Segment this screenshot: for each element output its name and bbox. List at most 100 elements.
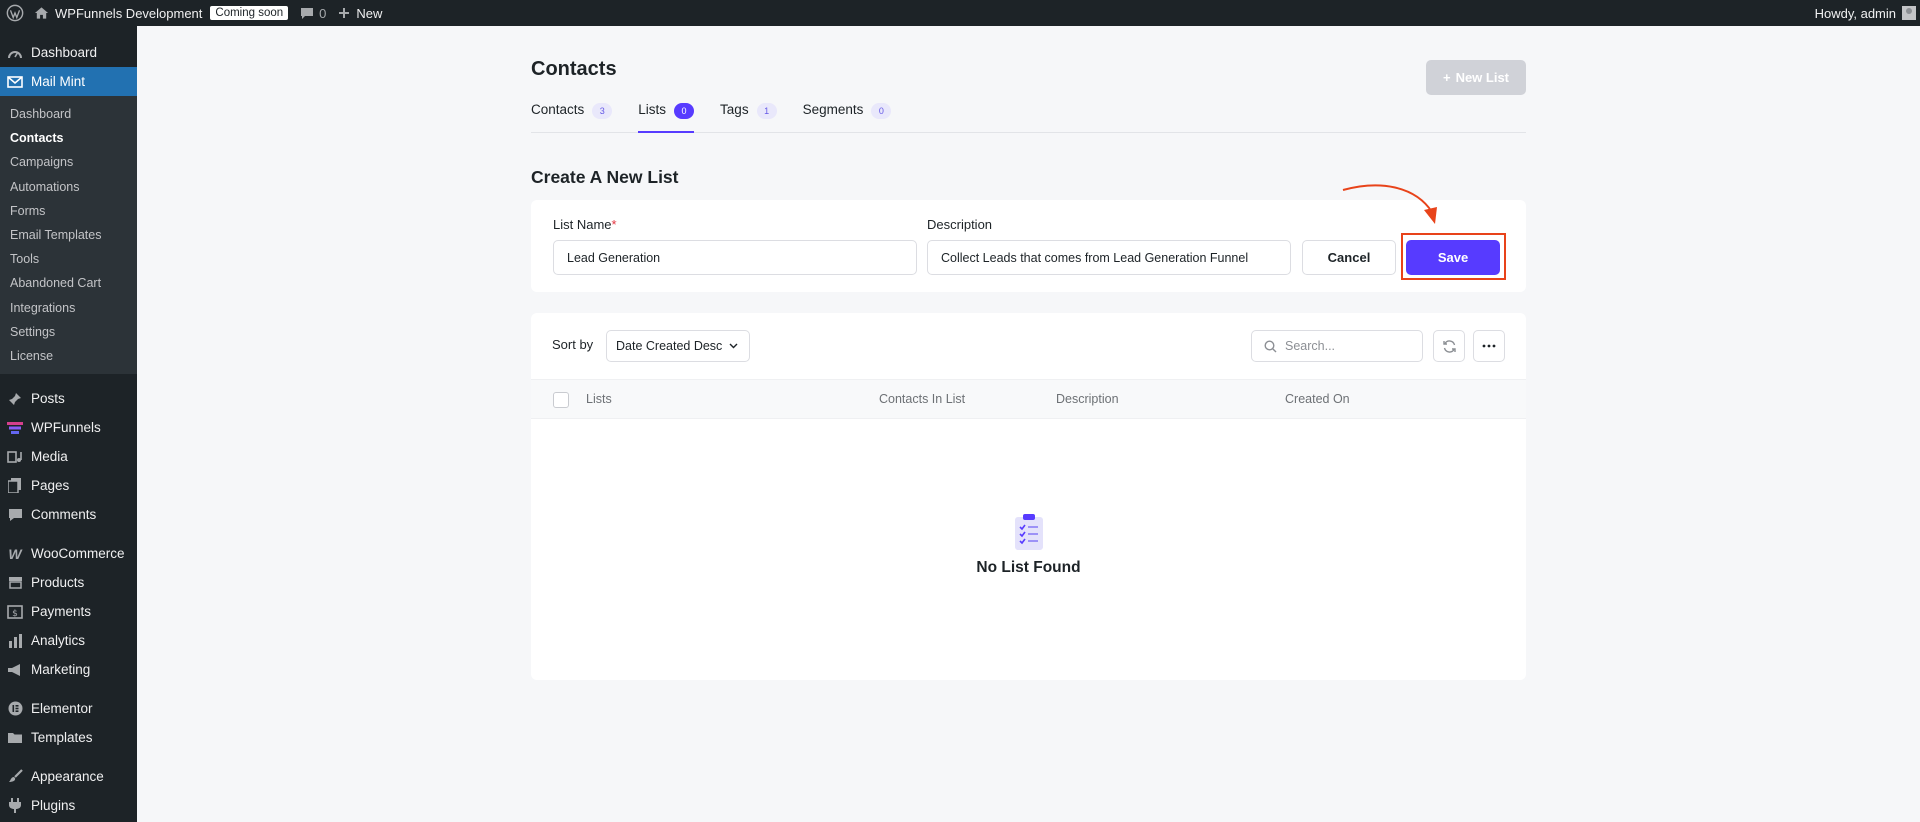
chevron-down-icon xyxy=(728,340,739,354)
sidebar-item-dashboard[interactable]: Dashboard xyxy=(0,38,137,67)
coming-soon-badge: Coming soon xyxy=(210,6,289,20)
tab-lists[interactable]: Lists 0 xyxy=(638,96,695,133)
tab-label: Lists xyxy=(638,102,667,117)
sidebar-item-payments[interactable]: $ Payments xyxy=(0,597,137,626)
site-name: WPFunnels Development xyxy=(55,5,203,21)
site-name-link[interactable]: WPFunnels Development Coming soon xyxy=(28,0,294,26)
sort-by-label: Sort by xyxy=(552,337,594,352)
sort-select[interactable]: Date Created Desc xyxy=(606,330,750,362)
elementor-icon xyxy=(6,700,24,718)
sidebar-item-label: Analytics xyxy=(31,633,86,649)
dollar-card-icon: $ xyxy=(6,603,24,621)
more-options-button[interactable] xyxy=(1473,330,1505,362)
refresh-icon xyxy=(1442,339,1457,354)
account-menu[interactable]: Howdy, admin xyxy=(1809,0,1920,26)
sidebar-item-templates[interactable]: Templates xyxy=(0,723,137,752)
funnel-icon xyxy=(6,419,24,437)
sidebar-item-plugins[interactable]: Plugins xyxy=(0,791,137,820)
new-content-link[interactable]: New xyxy=(332,0,388,26)
search-input[interactable]: Search... xyxy=(1251,330,1423,362)
submenu-item-contacts[interactable]: Contacts xyxy=(0,126,137,150)
cancel-button[interactable]: Cancel xyxy=(1302,240,1396,275)
column-header-lists[interactable]: Lists xyxy=(586,392,612,406)
column-header-created-on[interactable]: Created On xyxy=(1285,392,1350,406)
tab-count-badge: 1 xyxy=(756,103,777,119)
sidebar-item-mail-mint[interactable]: Mail Mint xyxy=(0,67,137,96)
column-header-description[interactable]: Description xyxy=(1056,392,1119,406)
archive-box-icon xyxy=(6,574,24,592)
sidebar-item-marketing[interactable]: Marketing xyxy=(0,655,137,684)
sidebar-item-label: Elementor xyxy=(31,701,93,717)
pushpin-icon xyxy=(6,390,24,408)
sidebar-item-comments[interactable]: Comments xyxy=(0,500,137,529)
sidebar-item-label: Comments xyxy=(31,507,97,523)
comments-count: 0 xyxy=(319,5,327,21)
tab-count-badge: 0 xyxy=(871,103,892,119)
submenu-item-license[interactable]: License xyxy=(0,344,137,368)
sidebar-item-analytics[interactable]: Analytics xyxy=(0,626,137,655)
svg-text:$: $ xyxy=(12,609,18,619)
submenu-item-campaigns[interactable]: Campaigns xyxy=(0,150,137,174)
list-name-label: List Name* xyxy=(553,217,617,232)
submenu-item-tools[interactable]: Tools xyxy=(0,247,137,271)
sidebar-item-appearance[interactable]: Appearance xyxy=(0,762,137,791)
sidebar-item-woocommerce[interactable]: W WooCommerce xyxy=(0,539,137,568)
sidebar-item-products[interactable]: Products xyxy=(0,568,137,597)
sidebar-item-posts[interactable]: Posts xyxy=(0,384,137,413)
submenu-item-settings[interactable]: Settings xyxy=(0,320,137,344)
woocommerce-icon: W xyxy=(8,545,22,562)
empty-state: No List Found xyxy=(531,513,1526,577)
comment-icon xyxy=(6,506,24,524)
sidebar-item-label: Appearance xyxy=(31,769,104,785)
sidebar-item-label: Templates xyxy=(31,730,93,746)
wordpress-logo-icon[interactable] xyxy=(2,0,28,26)
comments-link[interactable]: 0 xyxy=(294,0,332,26)
list-name-label-text: List Name xyxy=(553,217,612,232)
comment-bubble-icon xyxy=(300,7,314,20)
sidebar-item-media[interactable]: Media xyxy=(0,442,137,471)
submenu-item-email-templates[interactable]: Email Templates xyxy=(0,223,137,247)
search-icon xyxy=(1264,339,1277,353)
submenu-item-abandoned-cart[interactable]: Abandoned Cart xyxy=(0,271,137,295)
paintbrush-icon xyxy=(6,768,24,786)
tab-label: Segments xyxy=(802,102,864,117)
table-header: Lists Contacts In List Description Creat… xyxy=(531,379,1526,419)
submenu-item-automations[interactable]: Automations xyxy=(0,175,137,199)
sidebar-item-label: Plugins xyxy=(31,798,76,814)
sidebar-item-label: Marketing xyxy=(31,662,91,678)
tab-contacts[interactable]: Contacts 3 xyxy=(531,96,613,133)
megaphone-icon xyxy=(6,661,24,679)
tab-count-badge: 0 xyxy=(674,103,695,119)
column-header-contacts-in-list[interactable]: Contacts In List xyxy=(879,392,965,406)
folder-icon xyxy=(6,729,24,747)
submenu-item-forms[interactable]: Forms xyxy=(0,199,137,223)
sidebar-item-label: WPFunnels xyxy=(31,420,101,436)
avatar xyxy=(1902,6,1916,20)
submenu-item-dashboard[interactable]: Dashboard xyxy=(0,102,137,126)
clipboard-checklist-icon xyxy=(1014,514,1043,550)
sort-value: Date Created Desc xyxy=(616,339,723,353)
home-icon xyxy=(34,6,49,20)
submenu-item-integrations[interactable]: Integrations xyxy=(0,296,137,320)
tab-segments[interactable]: Segments 0 xyxy=(803,96,892,133)
media-icon xyxy=(6,448,24,466)
howdy-text: Howdy, admin xyxy=(1814,5,1896,21)
plug-icon xyxy=(6,797,24,815)
sidebar-item-pages[interactable]: Pages xyxy=(0,471,137,500)
tab-label: Contacts xyxy=(531,102,585,117)
new-list-button[interactable]: + New List xyxy=(1426,60,1526,95)
plus-icon: + xyxy=(1442,70,1451,85)
new-list-label: New List xyxy=(1455,70,1510,85)
tab-tags[interactable]: Tags 1 xyxy=(720,96,777,133)
refresh-button[interactable] xyxy=(1433,330,1465,362)
create-list-heading: Create A New List xyxy=(531,167,679,187)
mail-mint-submenu: Dashboard Contacts Campaigns Automations… xyxy=(0,96,137,375)
list-name-input[interactable]: Lead Generation xyxy=(553,240,917,275)
description-input[interactable]: Collect Leads that comes from Lead Gener… xyxy=(927,240,1291,275)
sidebar-item-elementor[interactable]: Elementor xyxy=(0,694,137,723)
select-all-checkbox[interactable] xyxy=(553,392,569,408)
sidebar-item-label: WooCommerce xyxy=(31,546,125,562)
empty-state-text: No List Found xyxy=(976,559,1081,576)
description-label: Description xyxy=(927,217,993,232)
sidebar-item-wpfunnels[interactable]: WPFunnels xyxy=(0,413,137,442)
